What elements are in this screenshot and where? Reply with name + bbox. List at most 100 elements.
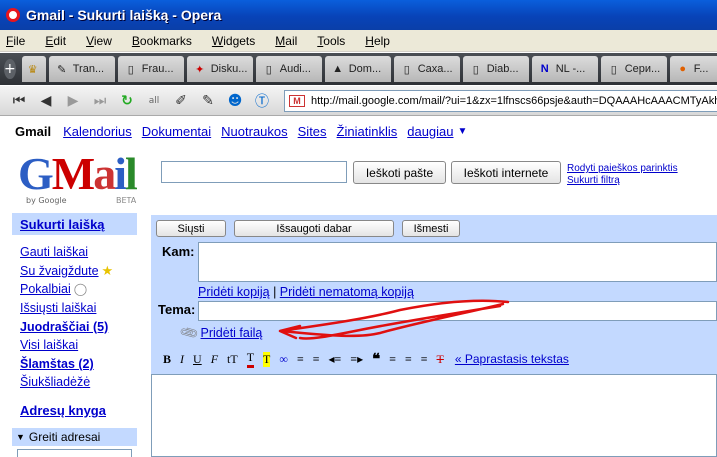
tab-11[interactable]: ● F... [669,56,717,82]
rss-icon[interactable]: ☻ [224,90,246,112]
link-calendar[interactable]: Kalendorius [63,124,132,139]
gmail-favicon-icon: M [289,95,305,107]
bold-icon[interactable]: B [163,352,171,367]
discard-button[interactable]: Išmesti [402,220,460,237]
forward-icon[interactable]: ▶ [62,90,84,112]
brush-icon[interactable]: ✐ [170,90,192,112]
italic-icon[interactable]: I [180,352,184,367]
align-right-icon[interactable]: ≡ [421,352,428,367]
contacts-link[interactable]: Adresų knyga [20,403,106,418]
font-size-icon[interactable]: tT [227,352,238,367]
gmail-logo[interactable]: GMail by Google BETA [18,150,143,210]
reload-icon[interactable]: ↻ [116,90,138,112]
menu-edit[interactable]: Edit [45,34,66,48]
text-color-icon[interactable]: T [246,350,255,368]
tab-3[interactable]: ▯ Frau... [117,56,184,82]
to-field[interactable] [198,242,717,282]
back-icon[interactable]: ◀ [35,90,57,112]
address-bar[interactable]: M http://mail.google.com/mail/?ui=1&zx=1… [284,90,717,112]
link-documents[interactable]: Dokumentai [142,124,211,139]
sidebar-item-label[interactable]: Visi laiškai [20,338,78,352]
save-now-button[interactable]: Išsaugoti dabar [234,220,394,237]
send-button[interactable]: Siųsti [156,220,226,237]
compose-mail-link[interactable]: Sukurti laišką [20,217,105,232]
tab-7[interactable]: ▯ Caxa... [393,56,460,82]
sidebar-item-label[interactable]: Šiukšliadėžė [20,375,90,389]
tab-5[interactable]: ▯ Audi... [255,56,322,82]
sidebar-item-label[interactable]: Pokalbiai [20,282,71,296]
align-left-icon[interactable]: ≡ [389,352,396,367]
add-cc-link[interactable]: Pridėti kopiją [198,285,270,299]
attach-file[interactable]: 📎︎ Pridėti failą [178,322,263,343]
sidebar-item-label[interactable]: Juodraščiai (5) [20,320,108,334]
font-icon[interactable]: F [211,352,218,367]
sidebar-item-trash[interactable]: Šiukšliadėžė [20,373,113,392]
all-icon[interactable]: all [143,90,165,112]
quick-contacts-header[interactable]: ▼ Greiti adresai [12,428,137,446]
sidebar-item-label[interactable]: Su žvaigždute [20,264,99,278]
tab-8[interactable]: ▯ Diab... [462,56,529,82]
page-icon: ▯ [472,63,479,76]
gmail-top-nav: Gmail Kalendorius Dokumentai Nuotraukos … [0,117,717,145]
sidebar-item-label[interactable]: Gauti laiškai [20,245,88,259]
add-bcc-link[interactable]: Pridėti nematomą kopiją [280,285,414,299]
menu-help[interactable]: Help [365,34,390,48]
sidebar-item-drafts[interactable]: Juodraščiai (5) [20,317,113,336]
link-sites[interactable]: Sites [298,124,327,139]
sidebar-item-starred[interactable]: Su žvaigždute ★ [20,262,113,281]
numbered-list-icon[interactable]: ≡ [297,352,304,367]
sidebar-item-label[interactable]: Šlamštas (2) [20,357,94,371]
menu-bookmarks[interactable]: Bookmarks [132,34,192,48]
indent-more-icon[interactable]: ≡▸ [350,352,363,367]
search-web-button[interactable]: Ieškoti internete [451,161,561,184]
sidebar-item-spam[interactable]: Šlamštas (2) [20,355,113,374]
menu-file[interactable]: File [6,34,25,48]
sidebar-item-sent[interactable]: Išsiųsti laiškai [20,299,113,318]
menu-view[interactable]: View [86,34,112,48]
tab-label: Dom... [348,63,382,75]
link-web[interactable]: Žiniatinklis [337,124,398,139]
rewind-icon[interactable]: ⏮ [8,90,30,112]
subject-field[interactable] [198,301,717,321]
tab-2[interactable]: ✎ Tran... [48,56,115,82]
compose-mail-tab[interactable]: Sukurti laišką [12,213,137,235]
attach-file-link[interactable]: Pridėti failą [201,326,263,340]
create-filter-link[interactable]: Sukurti filtrą [567,175,678,187]
tab-6[interactable]: ▲ Dom... [324,56,391,82]
menu-tools[interactable]: Tools [317,34,345,48]
highlight-icon[interactable]: T [263,351,271,367]
remove-formatting-icon[interactable]: T [437,352,444,367]
indent-less-icon[interactable]: ◂≡ [329,352,342,367]
menu-mail[interactable]: Mail [275,34,297,48]
tab-9[interactable]: N NL -... [531,56,598,82]
search-mail-button[interactable]: Ieškoti pašte [353,161,446,184]
sidebar-item-inbox[interactable]: Gauti laiškai [20,243,113,262]
tab-4[interactable]: ✦ Disku... [186,56,253,82]
tab-label: F... [693,63,709,75]
lion-icon: ♛ [27,63,38,76]
sidebar-item-all-mail[interactable]: Visi laiškai [20,336,113,355]
translate-icon[interactable]: Ⓣ [251,90,273,112]
show-search-options-link[interactable]: Rodyti paieškos parinktis [567,163,678,175]
search-input[interactable] [161,161,347,183]
plain-text-link[interactable]: « Paprastasis tekstas [455,352,569,366]
menu-widgets[interactable]: Widgets [212,34,255,48]
sidebar-item-label[interactable]: Išsiųsti laiškai [20,301,96,315]
fast-forward-icon[interactable]: ⏭ [89,90,111,112]
align-center-icon[interactable]: ≡ [405,352,412,367]
message-body-editor[interactable] [151,374,717,457]
underline-icon[interactable]: U [193,352,202,367]
pencil-icon[interactable]: ✎ [197,90,219,112]
bullet-list-icon[interactable]: ≡ [313,352,320,367]
tab-10[interactable]: ▯ Сери... [600,56,667,82]
link-photos[interactable]: Nuotraukos [221,124,287,139]
link-icon[interactable]: ∞ [279,352,288,367]
chevron-down-icon[interactable]: ▼ [458,126,468,137]
sidebar-item-chats[interactable]: Pokalbiai ◯ [20,280,113,299]
quick-contacts-search[interactable] [17,449,132,457]
quote-icon[interactable]: ❝ [372,350,380,369]
new-tab-icon[interactable]: + [4,59,16,79]
tab-1[interactable]: ♛ [21,56,46,82]
link-more[interactable]: daugiau [407,124,453,139]
tab-label: Diab... [486,63,519,75]
